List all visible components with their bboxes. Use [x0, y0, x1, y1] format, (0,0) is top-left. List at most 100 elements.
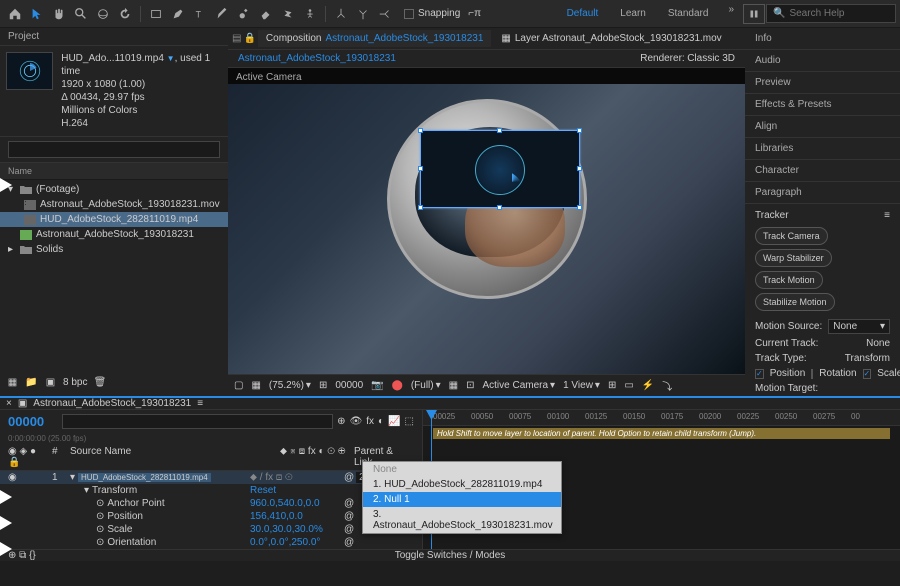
pen-tool-icon[interactable] — [168, 4, 188, 24]
stopwatch-icon[interactable]: ⊙ — [96, 524, 104, 535]
panel-align[interactable]: Align — [745, 116, 900, 138]
timeline-layer-row[interactable]: ◉ 1 ▾HUD_AdobeStock_282811019.mp4 ⬥ / fx… — [0, 471, 422, 484]
stopwatch-icon[interactable]: ⊙ — [96, 511, 104, 522]
tree-item-astronaut-mov[interactable]: Astronaut_AdobeStock_193018231.mov — [0, 197, 228, 212]
snapping-checkbox[interactable] — [404, 9, 414, 19]
new-comp-icon[interactable]: ▣ — [44, 376, 57, 389]
text-tool-icon[interactable]: T — [190, 4, 210, 24]
snap-magnet-icon[interactable]: ⌐π — [468, 8, 481, 19]
rect-tool-icon[interactable] — [146, 4, 166, 24]
track-motion-button[interactable]: Track Motion — [755, 271, 823, 289]
view-option-icon[interactable]: ⊞ — [608, 380, 616, 391]
reset-link[interactable]: Reset — [250, 485, 276, 496]
fast-preview-icon[interactable]: ⚡ — [642, 380, 654, 391]
rotation-checkbox[interactable] — [811, 369, 813, 379]
visibility-icon[interactable]: ◉ — [8, 472, 17, 483]
panel-info[interactable]: Info — [745, 28, 900, 50]
timeline-transform-row[interactable]: ▾ Transform Reset — [0, 484, 422, 497]
tree-folder-solids[interactable]: ▸ Solids — [0, 242, 228, 257]
workspace-options-icon[interactable] — [743, 4, 765, 24]
pickwhip-icon[interactable]: @ — [344, 537, 354, 548]
track-camera-button[interactable]: Track Camera — [755, 227, 828, 245]
tree-item-hud-mp4[interactable]: HUD_AdobeStock_282811019.mp4 — [0, 212, 228, 227]
motion-source-dropdown[interactable]: None▾ — [828, 319, 890, 334]
position-checkbox[interactable] — [755, 369, 764, 379]
pickwhip-icon[interactable]: @ — [344, 524, 354, 535]
tree-item-composition[interactable]: Astronaut_AdobeStock_193018231 — [0, 227, 228, 242]
tab-back-icon[interactable]: ▤ — [232, 33, 241, 44]
workspace-more-icon[interactable]: » — [728, 4, 734, 23]
roto-tool-icon[interactable] — [278, 4, 298, 24]
pixel-aspect-icon[interactable]: ▭ — [624, 380, 633, 391]
timeline-icon[interactable]: ⤵ — [662, 378, 672, 393]
panel-preview[interactable]: Preview — [745, 72, 900, 94]
eraser-tool-icon[interactable] — [256, 4, 276, 24]
renderer-dropdown[interactable]: Classic 3D — [687, 53, 735, 64]
panel-paragraph[interactable]: Paragraph — [745, 182, 900, 204]
dropdown-item[interactable]: 2. Null 1 — [363, 492, 561, 507]
channels-icon[interactable]: ⬤ — [392, 380, 403, 391]
layer-tab[interactable]: ▦ Layer Astronaut_AdobeStock_193018231.m… — [493, 30, 729, 47]
panel-menu-icon[interactable]: ≡ — [884, 210, 890, 221]
project-search-input[interactable] — [8, 141, 220, 158]
new-folder-icon[interactable]: 📁 — [25, 376, 38, 389]
timecode-display[interactable]: 00000 — [8, 414, 44, 429]
grid-icon[interactable]: ▦ — [251, 380, 260, 391]
tl-draft3d-icon[interactable]: ⬚ — [405, 416, 414, 427]
timeline-prop-row[interactable]: ⊙ Position156,410,0.0@ — [0, 510, 422, 523]
clone-tool-icon[interactable] — [234, 4, 254, 24]
stopwatch-icon[interactable]: ⊙ — [96, 537, 104, 548]
timeline-search-input[interactable] — [62, 414, 333, 429]
composition-tab[interactable]: Composition Astronaut_AdobeStock_1930182… — [258, 30, 492, 47]
panel-character[interactable]: Character — [745, 160, 900, 182]
bpc-toggle[interactable]: 8 bpc — [63, 377, 87, 388]
tl-fx-icon[interactable]: fx — [366, 416, 374, 427]
chevron-down-icon[interactable]: ▾ — [70, 472, 75, 483]
views-dropdown[interactable]: 1 View▾ — [563, 380, 600, 391]
pickwhip-icon[interactable]: @ — [344, 498, 354, 509]
panel-effects[interactable]: Effects & Presets — [745, 94, 900, 116]
zoom-dropdown[interactable]: (75.2%)▾ — [269, 380, 311, 391]
brush-tool-icon[interactable] — [212, 4, 232, 24]
warp-stabilizer-button[interactable]: Warp Stabilizer — [755, 249, 832, 267]
stabilize-motion-button[interactable]: Stabilize Motion — [755, 293, 835, 311]
toggle-switches-button[interactable]: Toggle Switches / Modes — [395, 550, 506, 561]
chevron-down-icon[interactable]: ▾ — [84, 485, 89, 496]
tl-opts-icon[interactable]: ⊕ — [337, 416, 345, 427]
interpret-icon[interactable]: ▦ — [6, 376, 19, 389]
workspace-learn[interactable]: Learn — [610, 4, 656, 23]
orbit-tool-icon[interactable] — [93, 4, 113, 24]
dropdown-item[interactable]: None — [363, 462, 561, 477]
resolution-dropdown[interactable]: (Full)▾ — [411, 380, 441, 391]
dropdown-item[interactable]: 1. HUD_AdobeStock_282811019.mp4 — [363, 477, 561, 492]
dropdown-item[interactable]: 3. Astronaut_AdobeStock_193018231.mov — [363, 507, 561, 533]
timeline-tab-name[interactable]: Astronaut_AdobeStock_193018231 — [33, 398, 191, 409]
tl-shy-icon[interactable]: 👁 — [350, 416, 363, 427]
trash-icon[interactable]: 🗑 — [93, 376, 106, 389]
workspace-default[interactable]: Default — [557, 4, 609, 23]
lock-icon[interactable]: 🔒 — [243, 33, 255, 44]
search-help-input[interactable] — [789, 8, 889, 19]
resolution-icon[interactable]: ⊞ — [319, 380, 327, 391]
transparency-icon[interactable]: ▦ — [449, 380, 458, 391]
magnification-icon[interactable]: ▢ — [234, 380, 243, 391]
tl-graph-icon[interactable]: 📈 — [388, 416, 400, 427]
chevron-right-icon[interactable]: ▸ — [8, 246, 16, 254]
region-icon[interactable]: ⊡ — [466, 380, 474, 391]
scale-checkbox[interactable] — [863, 369, 872, 379]
rotate-tool-icon[interactable] — [115, 4, 135, 24]
stopwatch-icon[interactable]: ⊙ — [96, 498, 104, 509]
pickwhip-icon[interactable]: @ — [344, 511, 354, 522]
hud-layer-overlay[interactable] — [420, 130, 580, 208]
camera-dropdown[interactable]: Active Camera▾ — [482, 380, 555, 391]
workspace-standard[interactable]: Standard — [658, 4, 719, 23]
panel-audio[interactable]: Audio — [745, 50, 900, 72]
panel-libraries[interactable]: Libraries — [745, 138, 900, 160]
home-icon[interactable] — [5, 4, 25, 24]
axis-view-icon[interactable] — [375, 4, 395, 24]
panel-menu-icon[interactable]: ≡ — [197, 398, 203, 409]
tree-folder-footage[interactable]: ▾ (Footage) — [0, 182, 228, 197]
timeline-prop-row[interactable]: ⊙ Scale30.0,30.0,30.0%@ — [0, 523, 422, 536]
axis-world-icon[interactable] — [353, 4, 373, 24]
hand-tool-icon[interactable] — [49, 4, 69, 24]
